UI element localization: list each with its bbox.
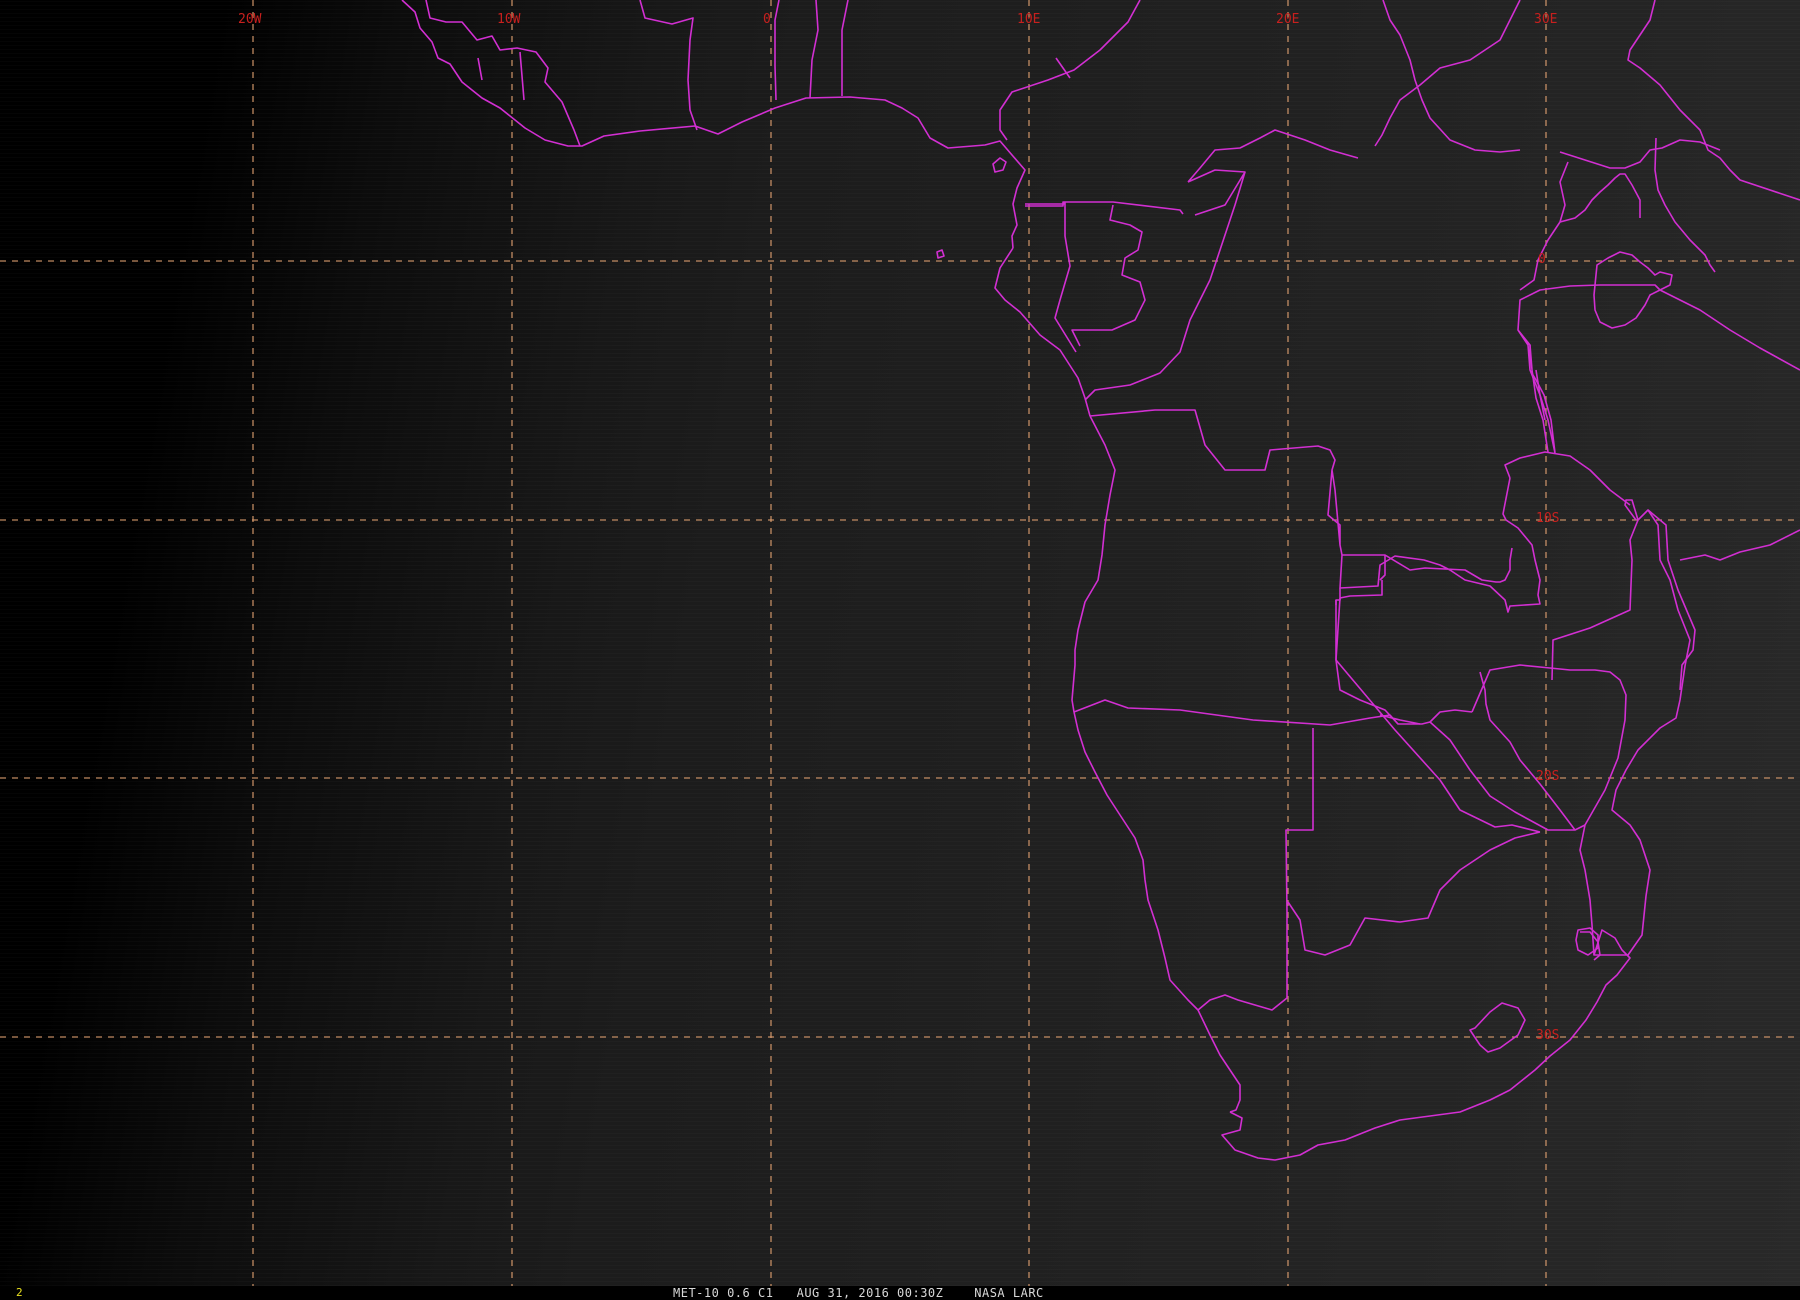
label-lon-10w: 10W	[497, 12, 521, 27]
map-overlay: 20W 10W 0 10E 20E 30E 0 10S 20S 30S	[0, 0, 1800, 1286]
label-lon-10e: 10E	[1017, 12, 1040, 27]
label-lat-30s: 30S	[1536, 1028, 1559, 1043]
label-lat-10s: 10S	[1536, 511, 1559, 526]
label-lon-20e: 20E	[1276, 12, 1299, 27]
lesotho-border	[1469, 1002, 1526, 1053]
west-africa-coastline	[401, 0, 1026, 249]
label-lon-30e: 30E	[1534, 12, 1557, 27]
label-lon-20w: 20W	[238, 12, 262, 27]
east-africa-borders	[1504, 284, 1800, 691]
image-caption: MET-10 0.6 C1 AUG 31, 2016 00:30Z NASA L…	[673, 1286, 1044, 1300]
graticule-labels: 20W 10W 0 10E 20E 30E 0 10S 20S 30S	[238, 12, 1559, 1043]
northeast-borders	[1374, 0, 1800, 291]
lake-victoria	[1593, 251, 1673, 329]
bioko-island	[992, 157, 1007, 173]
namibia-botswana-borders	[1197, 600, 1601, 1011]
label-lat-20s: 20S	[1536, 769, 1559, 784]
satellite-image-viewer: 20W 10W 0 10E 20E 30E 0 10S 20S 30S 2 ME…	[0, 0, 1800, 1300]
label-lat-0: 0	[1538, 252, 1546, 267]
label-lon-0: 0	[763, 12, 771, 27]
central-africa-borders	[1025, 129, 1359, 401]
mozambique-malawi	[1221, 509, 1691, 1161]
drc-angola-zambia-borders	[1089, 409, 1541, 613]
graticule	[0, 0, 1800, 1286]
central-africa-coast	[994, 247, 1091, 417]
frame-number: 2	[16, 1286, 23, 1299]
angola-southern-border	[1073, 555, 1473, 726]
namibia-coast	[1073, 711, 1241, 1113]
sao-tome-island	[936, 249, 945, 259]
zambia-zimbabwe-borders	[1335, 597, 1627, 956]
country-borders	[401, 0, 1800, 1161]
angola-coast	[1071, 415, 1116, 713]
